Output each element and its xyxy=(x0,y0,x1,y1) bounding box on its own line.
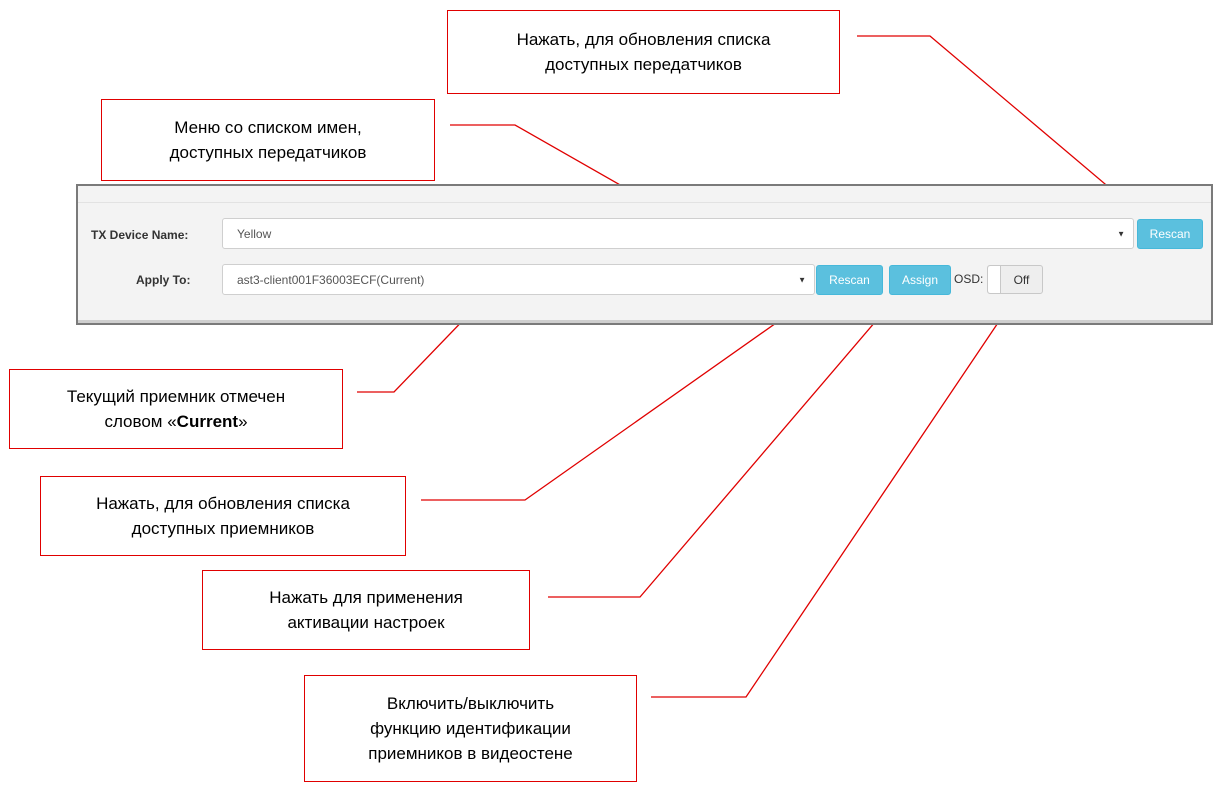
callout-osd-line1: Включить/выключить xyxy=(386,694,555,713)
callout-osd-line3: приемников в видеостене xyxy=(368,744,573,763)
callout-tx-menu: Меню со списком имен, доступных передатч… xyxy=(101,99,435,181)
osd-label: OSD: xyxy=(954,272,984,286)
tx-rescan-button[interactable]: Rescan xyxy=(1137,219,1203,249)
callout-tx-menu-line2: доступных передатчиков xyxy=(169,143,367,162)
osd-toggle[interactable]: Off xyxy=(987,265,1043,294)
leader-assign xyxy=(548,286,906,598)
callout-current-line1: Текущий приемник отмечен xyxy=(66,387,286,406)
callout-tx-rescan-line2: доступных передатчиков xyxy=(545,55,742,74)
callout-rx-rescan-line2: доступных приемников xyxy=(131,519,315,538)
callout-assign-line1: Нажать для применения xyxy=(269,588,463,607)
callout-current-bold: Current xyxy=(176,412,239,431)
callout-tx-rescan: Нажать, для обновления списка доступных … xyxy=(447,10,840,94)
callout-tx-rescan-line1: Нажать, для обновления списка xyxy=(516,30,771,49)
leader-osd xyxy=(651,304,1011,698)
callout-assign: Нажать для применения активации настроек xyxy=(202,570,530,650)
callout-rx-rescan-line1: Нажать, для обновления списка xyxy=(96,494,350,513)
panel-divider xyxy=(78,202,1211,203)
callout-rx-rescan: Нажать, для обновления списка доступных … xyxy=(40,476,406,556)
tx-device-name-select[interactable]: Yellow ▼ xyxy=(222,218,1134,249)
rx-rescan-button[interactable]: Rescan xyxy=(816,265,883,295)
apply-to-value: ast3-client001F36003ECF(Current) xyxy=(237,272,425,287)
callout-osd-line2: функцию идентификации xyxy=(370,719,571,738)
callout-tx-menu-line1: Меню со списком имен, xyxy=(174,118,362,137)
callout-current-line2: словом «Current» xyxy=(67,409,285,434)
tx-assignment-panel: TX Device Name: Yellow ▼ Rescan Apply To… xyxy=(76,184,1213,325)
callout-current-suffix: » xyxy=(238,412,248,431)
chevron-down-icon: ▼ xyxy=(798,275,806,284)
callout-osd: Включить/выключить функцию идентификации… xyxy=(304,675,637,782)
apply-to-label: Apply To: xyxy=(136,273,191,287)
callout-current-prefix: словом « xyxy=(104,412,177,431)
chevron-down-icon: ▼ xyxy=(1117,229,1125,238)
assign-button[interactable]: Assign xyxy=(889,265,951,295)
osd-toggle-state: Off xyxy=(1013,272,1030,287)
callout-assign-line2: активации настроек xyxy=(287,613,445,632)
osd-toggle-knob xyxy=(988,266,1001,293)
apply-to-select[interactable]: ast3-client001F36003ECF(Current) ▼ xyxy=(222,264,815,295)
callout-current-receiver: Текущий приемник отмечен словом «Current… xyxy=(9,369,343,449)
tx-device-name-value: Yellow xyxy=(237,226,272,241)
tx-device-name-label: TX Device Name: xyxy=(91,228,189,242)
